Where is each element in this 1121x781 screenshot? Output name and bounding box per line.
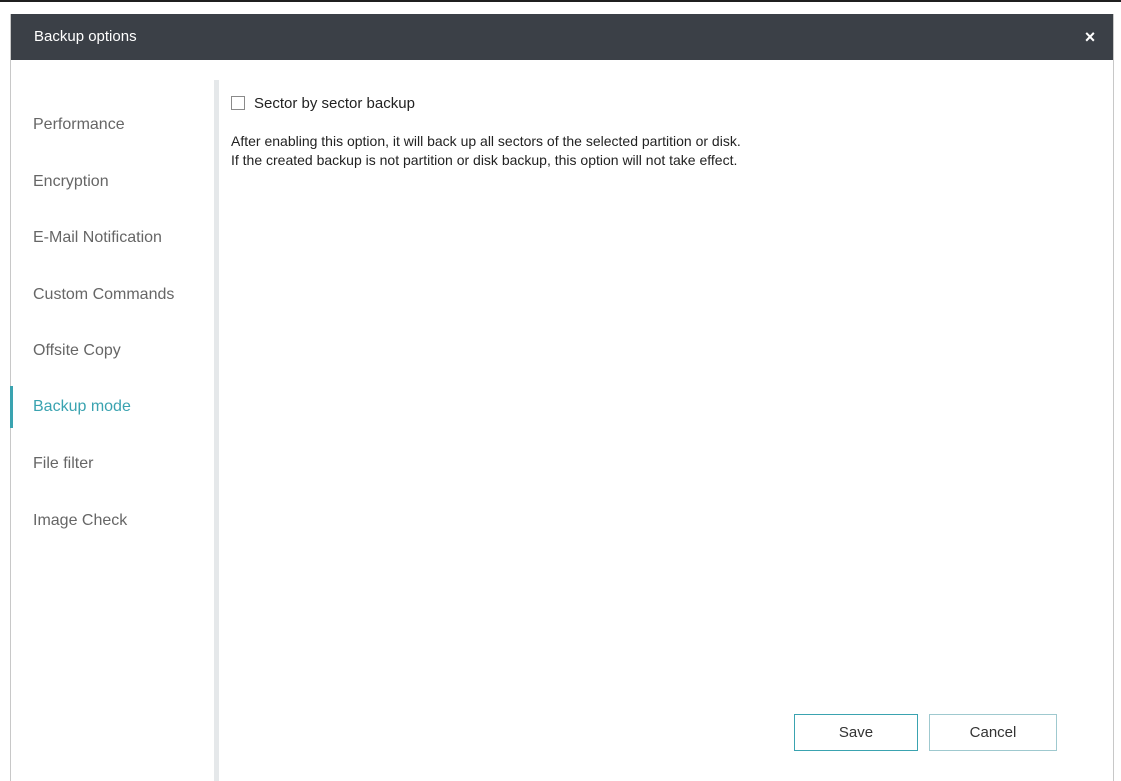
sidebar-item-file-filter[interactable]: File filter	[11, 443, 211, 485]
sidebar-item-email-notification[interactable]: E-Mail Notification	[11, 217, 211, 259]
sidebar-item-performance[interactable]: Performance	[11, 104, 211, 146]
active-indicator	[10, 386, 13, 428]
close-icon[interactable]: ×	[1077, 24, 1103, 50]
description-line-2: If the created backup is not partition o…	[231, 152, 738, 168]
window-top-border	[0, 0, 1121, 2]
options-sidebar: Performance Encryption E-Mail Notificati…	[10, 80, 216, 781]
sidebar-item-image-check[interactable]: Image Check	[11, 500, 211, 542]
dialog-title: Backup options	[34, 28, 137, 45]
description-line-1: After enabling this option, it will back…	[231, 133, 741, 149]
sector-by-sector-checkbox[interactable]	[231, 96, 245, 110]
sidebar-item-backup-mode[interactable]: Backup mode	[10, 386, 211, 428]
backup-mode-panel: Sector by sector backup After enabling t…	[231, 80, 1101, 720]
sector-by-sector-option[interactable]: Sector by sector backup	[231, 92, 415, 114]
option-description: After enabling this option, it will back…	[231, 132, 741, 170]
title-bar: Backup options ×	[11, 14, 1113, 60]
backup-options-dialog: Backup options × Performance Encryption …	[10, 14, 1114, 781]
sidebar-divider	[214, 80, 219, 781]
sidebar-item-custom-commands[interactable]: Custom Commands	[11, 274, 211, 316]
cancel-button[interactable]: Cancel	[929, 714, 1057, 751]
sidebar-item-encryption[interactable]: Encryption	[11, 161, 211, 203]
sidebar-item-offsite-copy[interactable]: Offsite Copy	[11, 330, 211, 372]
save-button[interactable]: Save	[794, 714, 918, 751]
sidebar-item-label: Backup mode	[33, 398, 131, 415]
sector-by-sector-label: Sector by sector backup	[254, 94, 415, 112]
